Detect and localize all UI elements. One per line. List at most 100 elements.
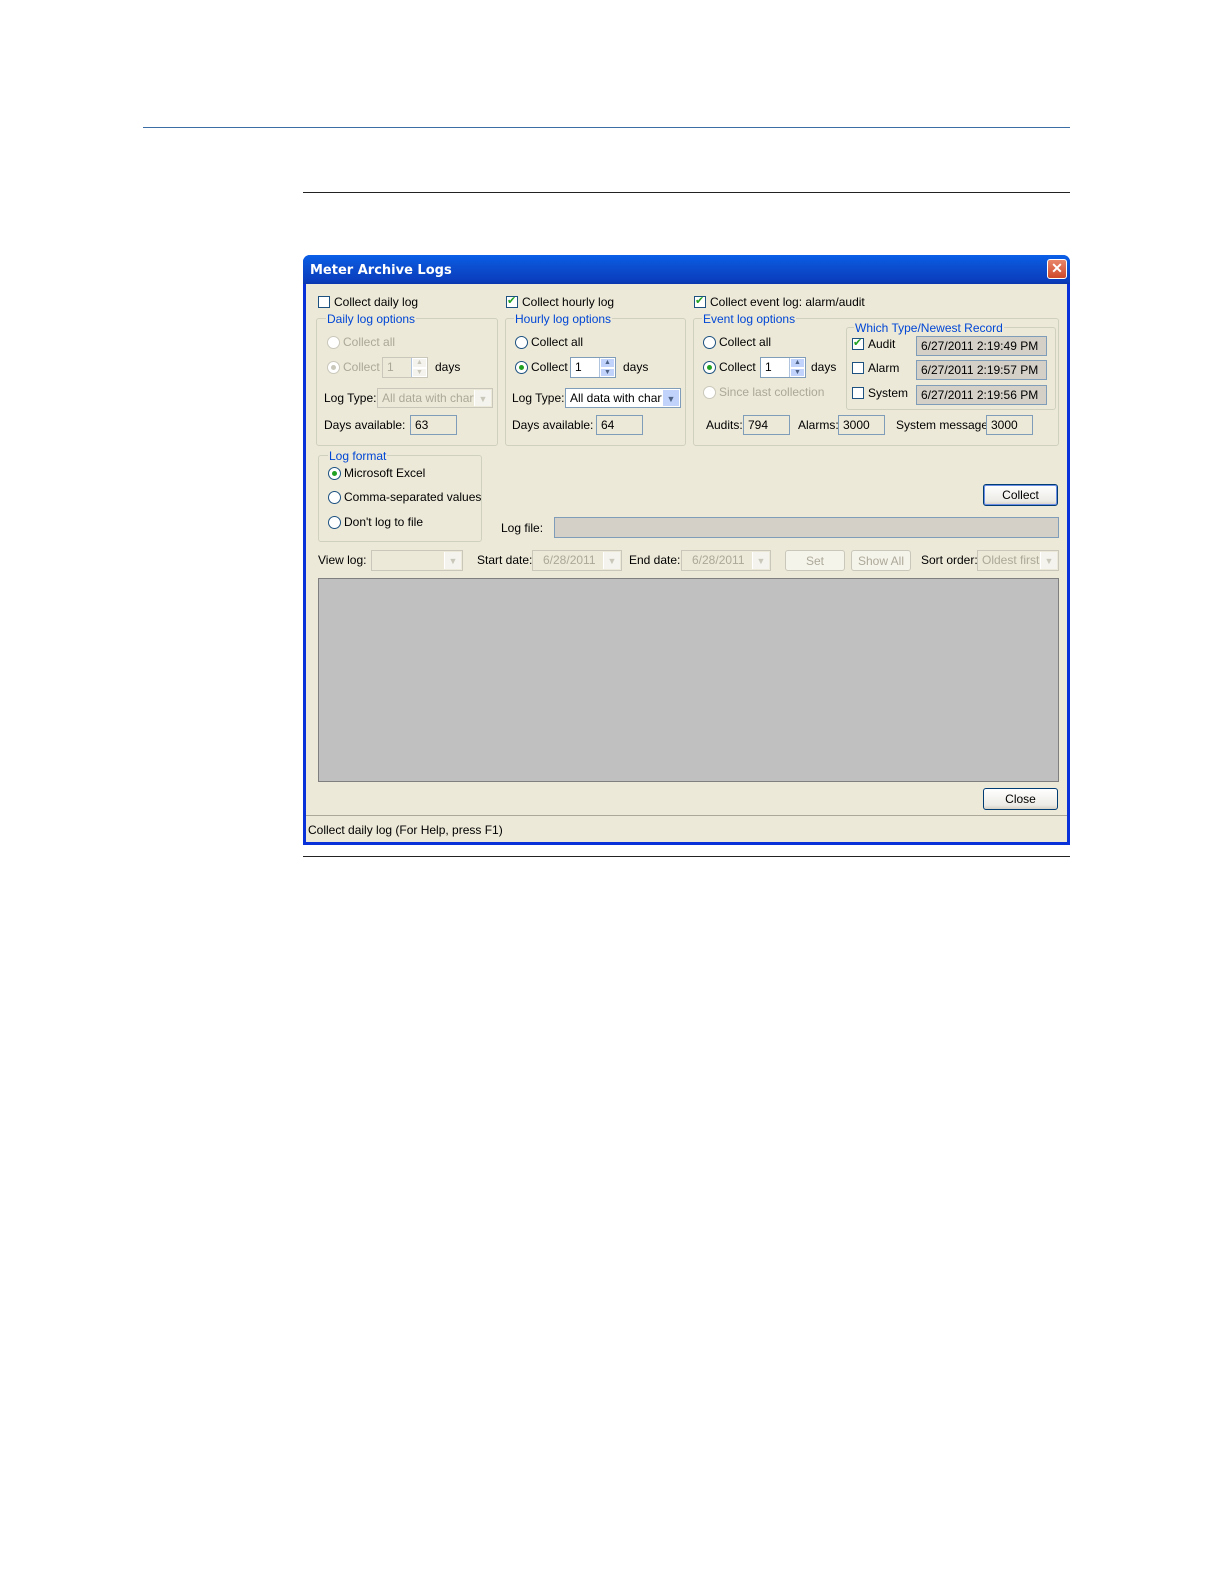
hourly-log-options-legend: Hourly log options [514,312,613,326]
daily-log-type-value: All data with charts [382,391,483,405]
start-date-picker[interactable]: 6/28/2011 ▼ [532,550,622,571]
status-text: Collect daily log (For Help, press F1) [308,823,503,837]
daily-days-available-value: 63 [415,418,429,432]
figure-bottom-rule [303,856,1070,857]
alarm-checkbox[interactable] [852,362,864,374]
alarms-count-field: 3000 [838,415,885,435]
event-log-options-legend: Event log options [702,312,797,326]
sort-order-select[interactable]: Oldest first ▼ [977,550,1059,571]
meter-archive-logs-dialog: Meter Archive Logs ✕ Collect daily log D… [303,255,1070,845]
hourly-days-value: 1 [575,360,582,374]
event-days-value: 1 [765,360,772,374]
hourly-log-type-value: All data with charts [570,391,671,405]
alarms-count-value: 3000 [843,418,870,432]
collect-hourly-checkbox[interactable] [506,294,518,308]
event-collect-label: Collect [719,360,756,374]
system-checkbox[interactable] [852,387,864,399]
log-view-panel[interactable] [318,578,1059,782]
daily-days-available-field: 63 [410,415,457,435]
status-bar: Collect daily log (For Help, press F1) [306,815,1067,842]
collect-button[interactable]: Collect [983,484,1058,506]
event-since-last-label: Since last collection [719,385,825,399]
hourly-collect-all-radio[interactable] [515,336,528,349]
which-type-legend: Which Type/Newest Record [854,321,1004,335]
header-rule [143,127,1070,128]
audits-label: Audits: [706,418,743,432]
event-days-stepper[interactable]: 1 ▲ ▼ [760,357,806,378]
spin-down-icon[interactable]: ▼ [412,367,427,377]
audit-label: Audit [868,337,896,351]
sort-order-value: Oldest first [982,553,1040,567]
window-title: Meter Archive Logs [310,263,452,278]
event-collect-radio[interactable] [703,361,716,374]
alarm-newest-value: 6/27/2011 2:19:57 PM [921,363,1039,377]
alarm-label: Alarm [868,361,900,375]
daily-log-type-select[interactable]: All data with charts ▼ [377,388,493,408]
show-all-button[interactable]: Show All [851,550,911,571]
event-since-last-radio[interactable] [703,386,716,399]
figure-top-rule [303,192,1070,193]
collect-event-checkbox[interactable] [694,294,706,308]
close-button[interactable]: Close [983,788,1058,810]
end-date-label: End date: [629,553,681,567]
hourly-days-unit: days [623,360,649,374]
log-file-field[interactable] [554,517,1059,538]
set-button[interactable]: Set [785,550,845,571]
log-format-legend: Log format [328,449,388,463]
spin-down-icon[interactable]: ▼ [600,367,615,377]
start-date-label: Start date: [477,553,533,567]
chevron-down-icon[interactable]: ▼ [474,390,491,406]
spin-up-icon[interactable]: ▲ [412,358,427,368]
event-collect-all-radio[interactable] [703,336,716,349]
daily-collect-all-label: Collect all [343,335,396,349]
sort-order-label: Sort order: [921,553,978,567]
chevron-down-icon[interactable]: ▼ [752,552,769,569]
audits-count-value: 794 [748,418,769,432]
daily-log-type-label: Log Type: [324,391,377,405]
audit-checkbox[interactable] [852,336,864,350]
hourly-collect-radio[interactable] [515,361,528,374]
collect-daily-checkbox[interactable] [318,296,330,308]
spin-down-icon[interactable]: ▼ [790,367,805,377]
audit-newest-record: 6/27/2011 2:19:49 PM [916,336,1047,356]
daily-days-stepper[interactable]: 1 ▲ ▼ [382,357,428,378]
chevron-down-icon[interactable]: ▼ [603,552,620,569]
format-excel-label: Microsoft Excel [344,466,426,480]
collect-daily-label: Collect daily log [334,295,419,309]
audit-newest-value: 6/27/2011 2:19:49 PM [921,339,1039,353]
system-label: System [868,386,909,400]
system-newest-record: 6/27/2011 2:19:56 PM [916,385,1047,405]
event-days-unit: days [811,360,837,374]
hourly-days-available-field: 64 [596,415,643,435]
hourly-collect-all-label: Collect all [531,335,584,349]
daily-collect-radio[interactable] [327,361,340,374]
start-date-value: 6/28/2011 [543,553,596,567]
hourly-log-type-select[interactable]: All data with charts ▼ [565,388,681,408]
view-log-label: View log: [318,553,367,567]
system-messages-count-field: 3000 [986,415,1033,435]
chevron-down-icon[interactable]: ▼ [444,552,461,569]
hourly-days-available-value: 64 [601,418,615,432]
spin-up-icon[interactable]: ▲ [600,358,615,368]
daily-collect-label: Collect [343,360,380,374]
format-csv-label: Comma-separated values [344,490,482,504]
view-log-select[interactable]: ▼ [371,550,463,571]
format-excel-radio[interactable] [328,467,341,480]
system-newest-value: 6/27/2011 2:19:56 PM [921,388,1039,402]
chevron-down-icon[interactable]: ▼ [1040,552,1057,569]
format-csv-radio[interactable] [328,491,341,504]
end-date-picker[interactable]: 6/28/2011 ▼ [681,550,771,571]
system-messages-count-value: 3000 [991,418,1018,432]
event-collect-all-label: Collect all [719,335,772,349]
hourly-days-stepper[interactable]: 1 ▲ ▼ [570,357,616,378]
hourly-log-type-label: Log Type: [512,391,565,405]
audits-count-field: 794 [743,415,790,435]
daily-collect-all-radio[interactable] [327,336,340,349]
end-date-value: 6/28/2011 [692,553,745,567]
close-icon[interactable]: ✕ [1047,259,1067,279]
collect-event-label: Collect event log: alarm/audit [710,295,865,309]
spin-up-icon[interactable]: ▲ [790,358,805,368]
title-bar[interactable]: Meter Archive Logs ✕ [303,255,1070,284]
format-none-radio[interactable] [328,516,341,529]
chevron-down-icon[interactable]: ▼ [662,390,679,406]
